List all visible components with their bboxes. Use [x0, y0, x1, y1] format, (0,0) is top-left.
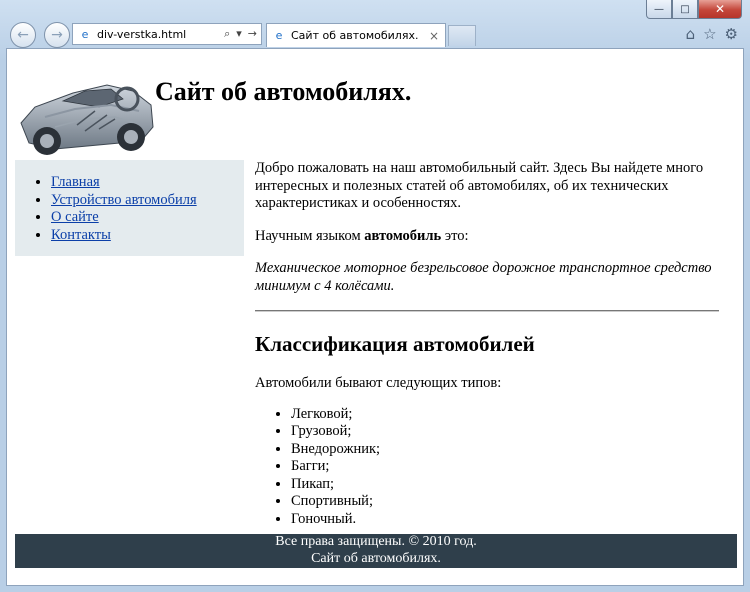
list-item: Внедорожник;: [291, 441, 719, 459]
search-icon[interactable]: ⌕: [224, 27, 230, 41]
footer-copyright: Все права защищены. © 2010 год.: [275, 534, 477, 549]
footer-site-name: Сайт об автомобилях.: [311, 550, 441, 566]
page-viewport: Сайт об автомобилях. Главная Устройство …: [6, 48, 744, 586]
browser-toolbar-icons: ⌂ ☆ ⚙: [686, 25, 738, 43]
nav-link-contacts[interactable]: Контакты: [51, 227, 111, 243]
definition-paragraph: Научным языком автомобиль это:: [255, 228, 719, 246]
favorites-star-icon[interactable]: ☆: [703, 25, 716, 43]
tab-page-icon: e: [275, 29, 283, 42]
go-arrow-icon[interactable]: →: [248, 27, 257, 41]
intro-paragraph: Добро пожаловать на наш автомобильный са…: [255, 160, 704, 211]
nav-item: Контакты: [51, 227, 244, 245]
site-footer: Все права защищены. © 2010 год. Сайт об …: [15, 534, 737, 568]
nav-list: Главная Устройство автомобиля О сайте Ко…: [15, 160, 244, 244]
list-item: Гоночный.: [291, 511, 719, 529]
list-item: Багги;: [291, 458, 719, 476]
back-button[interactable]: ←: [10, 22, 36, 48]
tab-active[interactable]: e Сайт об автомобилях. ×: [266, 23, 446, 47]
gear-icon[interactable]: ⚙: [725, 25, 738, 43]
list-item: Легковой;: [291, 406, 719, 424]
car-logo-image: [20, 84, 154, 155]
page-icon: e: [81, 27, 89, 41]
maximize-button[interactable]: □: [672, 0, 698, 19]
definition-bold: автомобиль: [364, 227, 442, 244]
nav-item: О сайте: [51, 209, 244, 227]
address-text[interactable]: div-verstka.html: [97, 28, 224, 41]
sidebar: Главная Устройство автомобиля О сайте Ко…: [15, 160, 244, 256]
definition-quote: Механическое моторное безрельсовое дорож…: [255, 260, 712, 294]
nav-link-car-structure[interactable]: Устройство автомобиля: [51, 192, 197, 208]
nav-link-about[interactable]: О сайте: [51, 209, 99, 225]
site-title: Сайт об автомобилях.: [155, 77, 412, 106]
forward-button[interactable]: →: [44, 22, 70, 48]
list-item: Пикап;: [291, 476, 719, 494]
nav-link-home[interactable]: Главная: [51, 174, 100, 190]
home-icon[interactable]: ⌂: [686, 25, 696, 43]
types-intro: Автомобили бывают следующих типов:: [255, 375, 502, 391]
address-tools: ⌕ ▾ →: [224, 27, 257, 41]
list-item: Спортивный;: [291, 493, 719, 511]
minimize-button[interactable]: —: [646, 0, 672, 19]
tab-title[interactable]: Сайт об автомобилях.: [291, 29, 429, 42]
site-header: Сайт об автомобилях.: [15, 57, 737, 160]
browser-window: — □ ✕ ← → e div-verstka.html ⌕ ▾ → e Сай…: [0, 0, 750, 592]
address-bar[interactable]: e div-verstka.html ⌕ ▾ →: [72, 23, 262, 45]
window-controls: — □ ✕: [646, 0, 742, 19]
close-window-button[interactable]: ✕: [698, 0, 742, 19]
chevron-down-icon[interactable]: ▾: [236, 27, 242, 41]
divider: [255, 310, 719, 312]
classification-heading: Классификация автомобилей: [255, 332, 535, 356]
tab-close-icon[interactable]: ×: [429, 29, 439, 43]
definition-prefix: Научным языком: [255, 227, 365, 244]
site: Сайт об автомобилях. Главная Устройство …: [15, 57, 737, 568]
new-tab-button[interactable]: [448, 25, 476, 46]
main-content: Добро пожаловать на наш автомобильный са…: [255, 160, 719, 528]
types-list: Легковой; Грузовой; Внедорожник; Багги; …: [255, 406, 719, 529]
nav-item: Главная: [51, 174, 244, 192]
definition-suffix: это:: [441, 227, 469, 244]
list-item: Грузовой;: [291, 423, 719, 441]
nav-item: Устройство автомобиля: [51, 192, 244, 210]
